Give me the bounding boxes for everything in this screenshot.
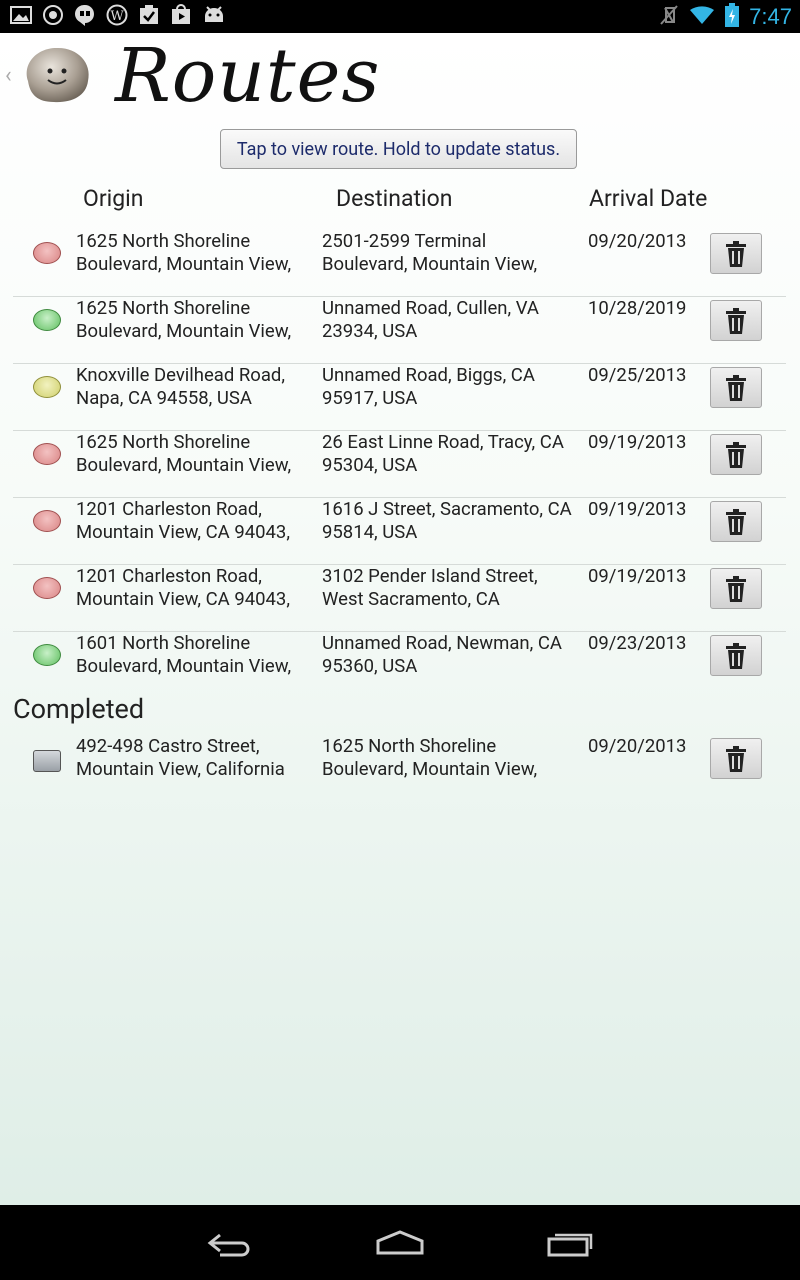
route-arrival-date: 09/20/2013 — [588, 230, 687, 252]
recent-apps-button[interactable] — [540, 1225, 600, 1261]
route-destination: 3102 Pender Island Street, West Sacramen… — [322, 565, 538, 610]
route-row[interactable]: 1625 North Shoreline Boulevard, Mountain… — [13, 230, 786, 297]
trash-icon — [726, 575, 746, 602]
gallery-icon — [10, 4, 32, 26]
android-icon — [202, 4, 224, 26]
delete-route-button[interactable] — [710, 434, 762, 475]
route-destination: 1625 North Shoreline Boulevard, Mountain… — [322, 735, 538, 780]
rock-mascot-icon[interactable] — [20, 43, 92, 105]
destination-column-header: Destination — [336, 185, 453, 212]
wordpress-icon: W — [106, 4, 128, 26]
circle-icon — [42, 4, 64, 26]
delete-route-button[interactable] — [710, 367, 762, 408]
trash-icon — [726, 745, 746, 772]
route-row[interactable]: 1625 North Shoreline Boulevard, Mountain… — [13, 431, 786, 498]
origin-column-header: Origin — [83, 185, 144, 212]
route-arrival-date: 09/20/2013 — [588, 735, 687, 757]
route-origin: 1625 North Shoreline Boulevard, Mountain… — [76, 297, 292, 342]
route-row[interactable]: Knoxville Devilhead Road, Napa, CA 94558… — [13, 364, 786, 431]
system-status: 7:47 — [659, 2, 792, 32]
delete-route-button[interactable] — [710, 501, 762, 542]
route-origin: Knoxville Devilhead Road, Napa, CA 94558… — [76, 364, 285, 409]
play-store-icon — [170, 4, 192, 26]
route-origin: 1625 North Shoreline Boulevard, Mountain… — [76, 230, 292, 275]
status-indicator-yellow[interactable] — [33, 376, 61, 398]
navigation-bar — [0, 1205, 800, 1280]
status-indicator-red[interactable] — [33, 443, 61, 465]
route-destination: Unnamed Road, Cullen, VA 23934, USA — [322, 297, 539, 342]
route-destination: 26 East Linne Road, Tracy, CA 95304, USA — [322, 431, 564, 476]
delete-route-button[interactable] — [710, 233, 762, 274]
route-destination: 1616 J Street, Sacramento, CA 95814, USA — [322, 498, 572, 543]
clock: 7:47 — [749, 4, 792, 29]
delete-route-button[interactable] — [710, 635, 762, 676]
status-indicator-green[interactable] — [33, 644, 61, 666]
status-bar: W 7:47 — [0, 0, 800, 33]
route-arrival-date: 09/23/2013 — [588, 632, 687, 654]
status-indicator-red[interactable] — [33, 242, 61, 264]
route-arrival-date: 09/25/2013 — [588, 364, 687, 386]
route-row[interactable]: 1625 North Shoreline Boulevard, Mountain… — [13, 297, 786, 364]
instruction-banner: Tap to view route. Hold to update status… — [220, 129, 577, 169]
status-indicator-red[interactable] — [33, 510, 61, 532]
delete-route-button[interactable] — [710, 300, 762, 341]
route-destination: Unnamed Road, Biggs, CA 95917, USA — [322, 364, 535, 409]
recent-apps-icon — [547, 1233, 593, 1257]
route-row[interactable]: 1201 Charleston Road, Mountain View, CA … — [13, 565, 786, 632]
completed-status-indicator[interactable] — [33, 750, 61, 772]
home-button[interactable] — [370, 1225, 430, 1261]
completed-route-row[interactable]: 492-498 Castro Street, Mountain View, Ca… — [13, 735, 786, 787]
back-button[interactable] — [200, 1225, 260, 1261]
back-icon — [207, 1233, 250, 1257]
completed-section-heading: Completed — [13, 693, 145, 725]
trash-icon — [726, 642, 746, 669]
status-indicator-green[interactable] — [33, 309, 61, 331]
status-indicator-red[interactable] — [33, 577, 61, 599]
delete-route-button[interactable] — [710, 738, 762, 779]
route-arrival-date: 09/19/2013 — [588, 498, 687, 520]
routes-screen: ‹ Routes Tap to view route. Hold to upda… — [0, 33, 800, 1205]
route-destination: Unnamed Road, Newman, CA 95360, USA — [322, 632, 562, 677]
wifi-icon — [689, 4, 715, 30]
page-title: Routes — [115, 33, 381, 119]
route-arrival-date: 09/19/2013 — [588, 565, 687, 587]
route-origin: 1625 North Shoreline Boulevard, Mountain… — [76, 431, 292, 476]
hangouts-icon — [74, 4, 96, 26]
battery-icon — [725, 3, 740, 31]
arrival-date-column-header: Arrival Date — [589, 185, 708, 212]
route-origin: 492-498 Castro Street, Mountain View, Ca… — [76, 735, 285, 780]
home-icon — [376, 1230, 424, 1255]
trash-icon — [726, 240, 746, 267]
trash-icon — [726, 374, 746, 401]
route-origin: 1601 North Shoreline Boulevard, Mountain… — [76, 632, 292, 677]
route-row[interactable]: 1601 North Shoreline Boulevard, Mountain… — [13, 632, 786, 698]
delete-route-button[interactable] — [710, 568, 762, 609]
notification-icons: W — [10, 4, 224, 26]
back-chevron-icon[interactable]: ‹ — [5, 63, 12, 88]
tasks-icon — [138, 4, 160, 26]
route-row[interactable]: 1201 Charleston Road, Mountain View, CA … — [13, 498, 786, 565]
svg-text:W: W — [110, 9, 124, 24]
route-destination: 2501-2599 Terminal Boulevard, Mountain V… — [322, 230, 538, 275]
route-origin: 1201 Charleston Road, Mountain View, CA … — [76, 565, 290, 610]
trash-icon — [726, 508, 746, 535]
trash-icon — [726, 307, 746, 334]
vibrate-off-icon — [659, 4, 679, 30]
route-arrival-date: 10/28/2019 — [588, 297, 687, 319]
route-origin: 1201 Charleston Road, Mountain View, CA … — [76, 498, 290, 543]
route-arrival-date: 09/19/2013 — [588, 431, 687, 453]
trash-icon — [726, 441, 746, 468]
